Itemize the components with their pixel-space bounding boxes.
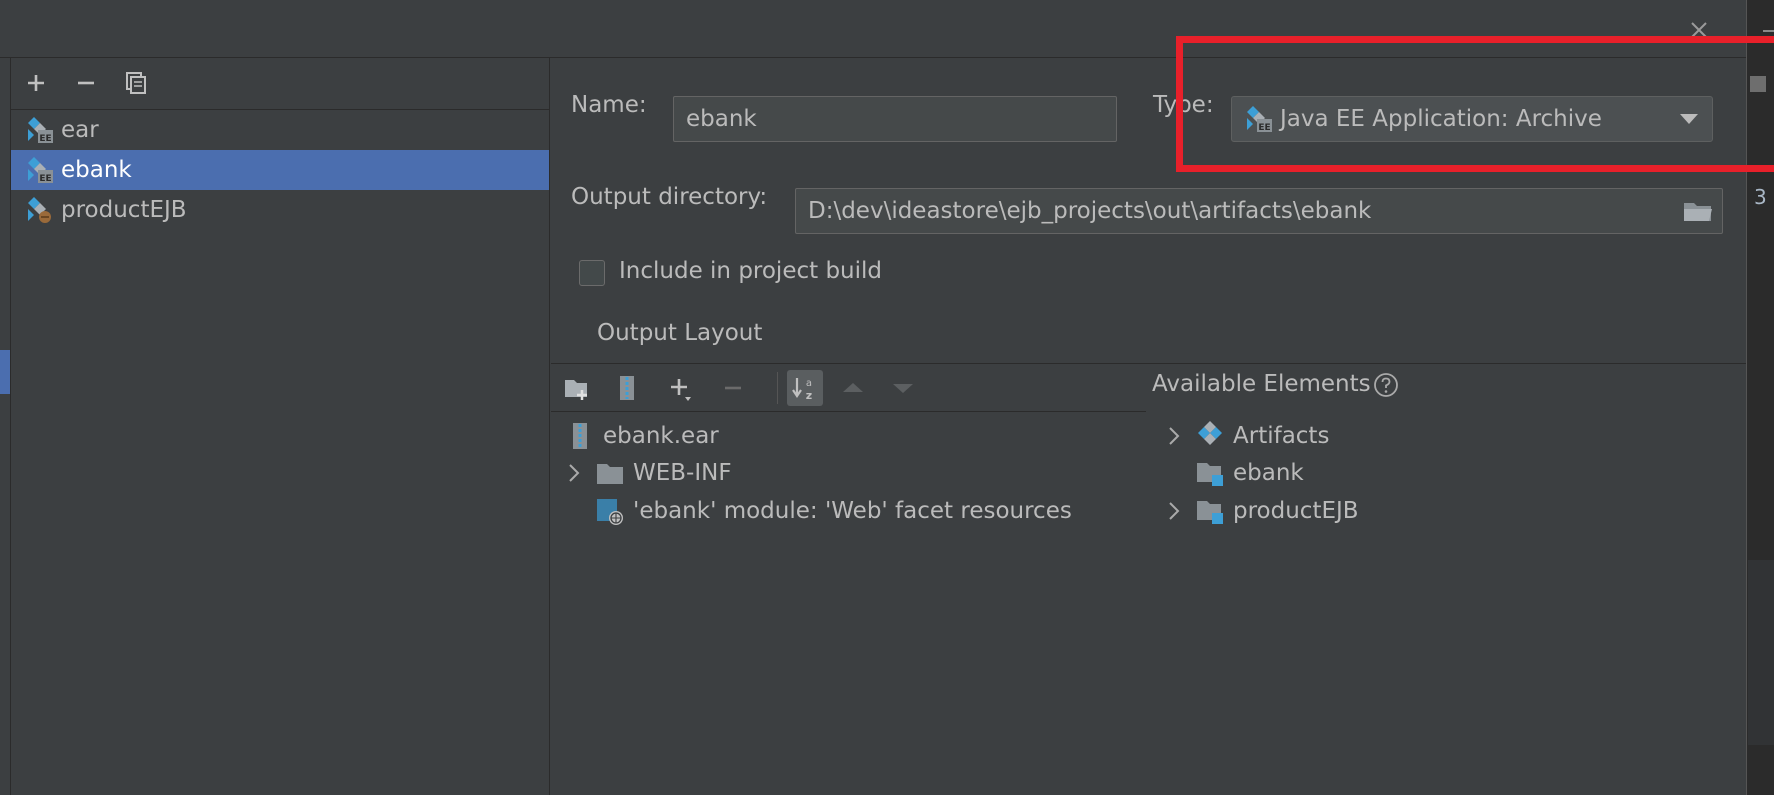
svg-text:EE: EE bbox=[1258, 123, 1270, 133]
minimize-dash bbox=[1763, 30, 1774, 32]
ear-artifact-icon: EE bbox=[25, 115, 55, 145]
add-copy-icon[interactable] bbox=[663, 370, 699, 406]
artifact-label: ebank bbox=[61, 157, 132, 183]
artifact-label: ear bbox=[61, 117, 99, 143]
minus-icon[interactable] bbox=[71, 68, 101, 98]
available-item-artifacts[interactable]: Artifacts bbox=[1163, 417, 1329, 455]
ear-artifact-icon: EE bbox=[25, 155, 55, 185]
artifacts-panel: EE ear EE ebank productEJB bbox=[11, 58, 550, 795]
include-in-build-checkbox[interactable] bbox=[579, 260, 605, 286]
name-input[interactable]: ebank bbox=[673, 96, 1117, 142]
svg-text:EE: EE bbox=[39, 134, 51, 144]
edge-line-number: 3 bbox=[1754, 185, 1767, 209]
artifacts-icon bbox=[1195, 421, 1225, 451]
close-icon[interactable] bbox=[1685, 16, 1713, 44]
help-icon[interactable] bbox=[1373, 372, 1399, 398]
artifact-list: EE ear EE ebank productEJB bbox=[11, 110, 549, 230]
type-dropdown-value: Java EE Application: Archive bbox=[1280, 106, 1602, 132]
plus-icon[interactable] bbox=[21, 68, 51, 98]
tree-item-label: productEJB bbox=[1233, 498, 1359, 524]
browse-folder-icon[interactable] bbox=[1682, 198, 1714, 224]
module-folder-icon bbox=[1195, 458, 1225, 488]
chevron-down-icon bbox=[1680, 114, 1698, 124]
dialog-title-bar bbox=[0, 0, 1746, 58]
archive-icon bbox=[565, 421, 595, 451]
ear-artifact-icon: EE bbox=[1244, 104, 1274, 134]
output-layout-toolbar: az bbox=[551, 364, 1146, 412]
output-directory-label: Output directory: bbox=[571, 184, 768, 210]
svg-text:z: z bbox=[806, 389, 812, 402]
web-facet-icon bbox=[595, 496, 625, 526]
include-in-build-label: Include in project build bbox=[619, 258, 883, 284]
toolbar-separator bbox=[777, 372, 778, 404]
chevron-right-icon[interactable] bbox=[563, 462, 585, 484]
output-directory-input[interactable]: D:\dev\ideastore\ejb_projects\out\artifa… bbox=[795, 188, 1723, 234]
ejb-artifact-icon bbox=[25, 195, 55, 225]
chevron-right-icon[interactable] bbox=[1163, 500, 1185, 522]
edge-bottom-panel bbox=[1748, 560, 1774, 745]
create-directory-icon[interactable] bbox=[559, 370, 595, 406]
tree-item-label: 'ebank' module: 'Web' facet resources bbox=[633, 498, 1072, 524]
artifact-label: productEJB bbox=[61, 197, 187, 223]
edge-marker-square bbox=[1750, 76, 1766, 92]
remove-element-icon[interactable] bbox=[715, 370, 751, 406]
create-archive-icon[interactable] bbox=[609, 370, 645, 406]
available-elements-title: Available Elements bbox=[1152, 371, 1399, 398]
left-window-edge bbox=[0, 58, 11, 795]
svg-text:EE: EE bbox=[39, 174, 51, 184]
tree-item-ebank-ear[interactable]: ebank.ear bbox=[565, 417, 719, 455]
type-label: Type: bbox=[1153, 92, 1214, 118]
artifact-item-ebank[interactable]: EE ebank bbox=[11, 150, 549, 190]
tree-item-label: WEB-INF bbox=[633, 460, 732, 486]
type-dropdown[interactable]: EE Java EE Application: Archive bbox=[1231, 96, 1713, 142]
tree-item-web-facet-resources[interactable]: 'ebank' module: 'Web' facet resources bbox=[595, 492, 1072, 530]
name-label: Name: bbox=[571, 92, 647, 118]
available-item-productEJB[interactable]: productEJB bbox=[1163, 492, 1359, 530]
tab-output-layout[interactable]: Output Layout bbox=[597, 320, 762, 346]
tree-item-label: ebank.ear bbox=[603, 423, 719, 449]
tree-item-label: Artifacts bbox=[1233, 423, 1330, 449]
artifact-config-panel: Name: ebank Type: EE Java EE Application… bbox=[551, 58, 1746, 795]
svg-text:a: a bbox=[806, 378, 812, 389]
artifact-item-ear[interactable]: EE ear bbox=[11, 110, 549, 150]
artifact-settings-dialog: 3 EE ear EE ebank productEJB Name: ebank… bbox=[0, 0, 1774, 795]
output-directory-value: D:\dev\ideastore\ejb_projects\out\artifa… bbox=[808, 198, 1372, 224]
sort-alphabetically-icon[interactable]: az bbox=[787, 370, 823, 406]
module-folder-icon bbox=[1195, 496, 1225, 526]
move-up-icon[interactable] bbox=[835, 370, 871, 406]
artifacts-toolbar bbox=[11, 58, 549, 110]
left-edge-accent bbox=[0, 350, 10, 394]
copy-icon[interactable] bbox=[121, 68, 151, 98]
move-down-icon[interactable] bbox=[885, 370, 921, 406]
tree-item-web-inf[interactable]: WEB-INF bbox=[563, 454, 732, 492]
folder-icon bbox=[595, 458, 625, 488]
artifact-item-productEJB[interactable]: productEJB bbox=[11, 190, 549, 230]
output-layout-area: az ebank.ear WEB-INF 'ebank' module: 'We… bbox=[551, 363, 1746, 795]
available-item-ebank[interactable]: ebank bbox=[1195, 454, 1304, 492]
tree-item-label: ebank bbox=[1233, 460, 1304, 486]
available-elements-label: Available Elements bbox=[1152, 371, 1371, 397]
chevron-right-icon[interactable] bbox=[1163, 425, 1185, 447]
